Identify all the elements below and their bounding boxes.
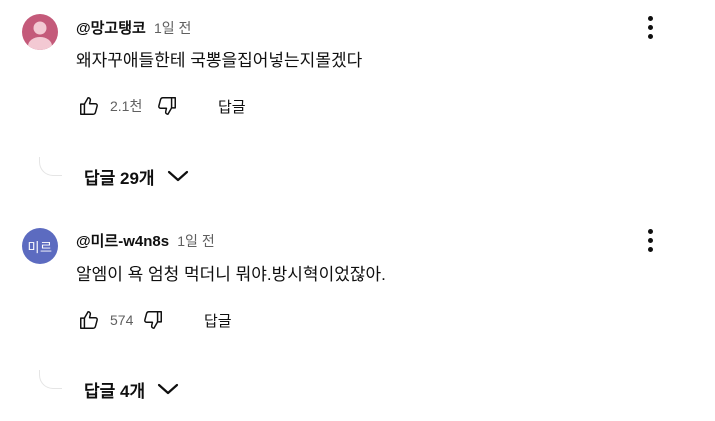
avatar-initials: 미르 — [27, 240, 53, 256]
more-actions-menu[interactable] — [640, 12, 660, 42]
dislike-button[interactable] — [140, 307, 166, 333]
reply-button[interactable]: 답글 — [204, 310, 232, 331]
like-count: 574 — [110, 312, 134, 328]
kebab-dot — [647, 246, 653, 252]
like-button[interactable] — [76, 307, 102, 333]
chevron-down-icon — [157, 382, 179, 396]
like-count: 2.1천 — [110, 98, 143, 114]
comment-text: 알엠이 욕 엄청 먹더니 뭐야.방시혁이었잖아. — [76, 265, 386, 284]
replies-label: 답글 29개 — [84, 168, 155, 188]
author-name[interactable]: @미르-w4n8s — [76, 233, 169, 250]
view-replies-button[interactable]: 답글 29개 — [84, 163, 189, 189]
kebab-dot — [647, 33, 653, 39]
person-icon — [28, 21, 52, 50]
comment-text: 왜자꾸애들한테 국뽕을집어넣는지몰겠다 — [76, 51, 363, 70]
thumbs-up-icon — [80, 97, 98, 115]
author-line: @망고탱코 1일 전 — [76, 18, 191, 39]
kebab-dot — [647, 24, 653, 30]
view-replies-button[interactable]: 답글 4개 — [84, 376, 179, 402]
kebab-dot — [647, 228, 653, 234]
thumbs-up-icon — [80, 311, 98, 329]
reply-button[interactable]: 답글 — [218, 96, 246, 117]
replies-label: 답글 4개 — [84, 381, 146, 401]
kebab-dot — [647, 237, 653, 243]
comment-actions: 574 답글 — [76, 307, 232, 333]
chevron-down-icon — [167, 169, 189, 183]
kebab-dot — [647, 15, 653, 21]
more-actions-menu[interactable] — [640, 225, 660, 255]
author-line: @미르-w4n8s 1일 전 — [76, 231, 215, 252]
thumbs-down-icon — [144, 311, 162, 329]
timestamp[interactable]: 1일 전 — [177, 233, 214, 249]
thread-connector — [39, 157, 62, 176]
thread-connector — [39, 370, 62, 389]
avatar[interactable] — [22, 14, 58, 50]
avatar[interactable]: 미르 — [22, 228, 58, 264]
thumbs-down-icon — [158, 97, 176, 115]
timestamp[interactable]: 1일 전 — [154, 20, 191, 36]
dislike-button[interactable] — [154, 93, 180, 119]
comment-actions: 2.1천 답글 — [76, 93, 246, 119]
author-name[interactable]: @망고탱코 — [76, 20, 146, 37]
like-button[interactable] — [76, 93, 102, 119]
